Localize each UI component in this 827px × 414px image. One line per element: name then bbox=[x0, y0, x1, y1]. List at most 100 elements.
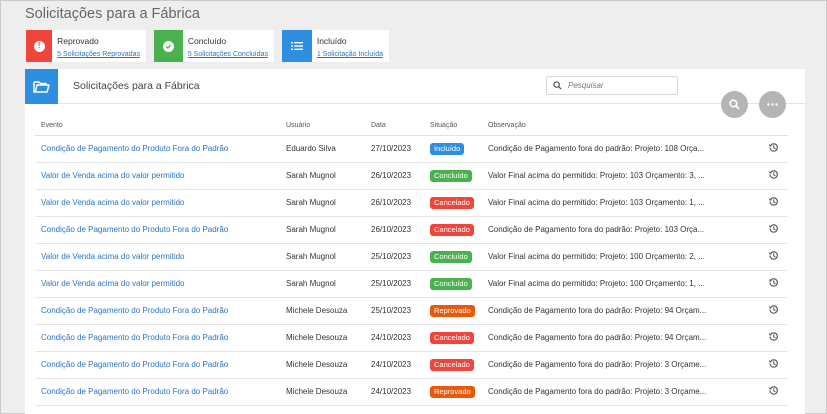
history-icon bbox=[768, 170, 779, 182]
row-evento-link[interactable]: Condição de Pagamento do Produto Fora do… bbox=[35, 324, 280, 352]
row-evento-link[interactable]: Valor de Venda acima do valor permitido bbox=[35, 162, 280, 190]
history-icon bbox=[768, 251, 779, 263]
requests-table: Evento Usuário Data Situação Observação … bbox=[35, 117, 788, 406]
requests-panel: Solicitações para a Fábrica Evento Usuár… bbox=[25, 69, 805, 414]
check-icon bbox=[162, 40, 174, 52]
row-observacao: Condição de Pagamento fora do padrão: Pr… bbox=[482, 378, 758, 406]
history-button[interactable] bbox=[758, 270, 788, 298]
row-data: 25/10/2023 bbox=[365, 243, 424, 271]
row-situacao: Concluído bbox=[424, 270, 482, 298]
status-card-label: Incluído bbox=[316, 36, 347, 46]
row-usuario: Michele Desouza bbox=[280, 324, 365, 352]
history-button[interactable] bbox=[758, 378, 788, 406]
table-row[interactable]: Condição de Pagamento do Produto Fora do… bbox=[35, 324, 788, 352]
status-card-link[interactable]: 1 Solicitação Incluída bbox=[317, 51, 383, 58]
row-situacao: Incluído bbox=[424, 135, 482, 163]
row-usuario: Michele Desouza bbox=[280, 378, 365, 406]
row-data: 25/10/2023 bbox=[365, 297, 424, 325]
row-usuario: Michele Desouza bbox=[280, 297, 365, 325]
row-usuario: Sarah Mugnol bbox=[280, 270, 365, 298]
table-row[interactable]: Valor de Venda acima do valor permitido S… bbox=[35, 243, 788, 271]
row-usuario: Sarah Mugnol bbox=[280, 189, 365, 217]
row-evento-link[interactable]: Valor de Venda acima do valor permitido bbox=[35, 189, 280, 217]
row-evento-link[interactable]: Condição de Pagamento do Produto Fora do… bbox=[35, 135, 280, 163]
row-observacao: Valor Final acima do permitido: Projeto:… bbox=[482, 243, 758, 271]
search-input[interactable] bbox=[568, 81, 668, 90]
table-header-row: Evento Usuário Data Situação Observação bbox=[35, 117, 788, 136]
row-observacao: Condição de Pagamento fora do padrão: Pr… bbox=[482, 324, 758, 352]
col-header-situacao[interactable]: Situação bbox=[424, 117, 482, 136]
table-row[interactable]: Condição de Pagamento do Produto Fora do… bbox=[35, 351, 788, 379]
status-card-incluido[interactable]: Incluído 1 Solicitação Incluída bbox=[282, 30, 389, 62]
folder-icon-box bbox=[25, 69, 58, 104]
row-data: 27/10/2023 bbox=[365, 135, 424, 163]
row-data: 26/10/2023 bbox=[365, 216, 424, 244]
history-button[interactable] bbox=[758, 135, 788, 163]
search-field[interactable] bbox=[546, 76, 678, 95]
status-badge: Cancelado bbox=[430, 223, 474, 236]
status-card-reprovado[interactable]: ! Reprovado 5 Solicitações Reprovadas bbox=[26, 30, 146, 62]
row-data: 26/10/2023 bbox=[365, 189, 424, 217]
row-situacao: Cancelado bbox=[424, 216, 482, 244]
table-row[interactable]: Condição de Pagamento do Produto Fora do… bbox=[35, 216, 788, 244]
status-badge: Concluído bbox=[430, 169, 472, 182]
row-evento-link[interactable]: Condição de Pagamento do Produto Fora do… bbox=[35, 351, 280, 379]
panel-title: Solicitações para a Fábrica bbox=[73, 80, 200, 92]
folder-icon bbox=[33, 81, 50, 93]
row-usuario: Sarah Mugnol bbox=[280, 216, 365, 244]
row-situacao: Cancelado bbox=[424, 189, 482, 217]
status-card-link[interactable]: 5 Solicitações Reprovadas bbox=[57, 51, 140, 58]
panel-header: Solicitações para a Fábrica bbox=[25, 69, 805, 104]
status-card-concluido[interactable]: Concluído 5 Solicitações Concluídas bbox=[154, 30, 274, 62]
row-observacao: Condição de Pagamento fora do padrão: Pr… bbox=[482, 216, 758, 244]
row-data: 24/10/2023 bbox=[365, 324, 424, 352]
exclamation-icon-box: ! bbox=[26, 30, 53, 62]
history-button[interactable] bbox=[758, 216, 788, 244]
row-evento-link[interactable]: Condição de Pagamento do Produto Fora do… bbox=[35, 297, 280, 325]
history-button[interactable] bbox=[758, 351, 788, 379]
row-evento-link[interactable]: Condição de Pagamento do Produto Fora do… bbox=[35, 216, 280, 244]
search-button[interactable] bbox=[721, 91, 748, 118]
row-observacao: Valor Final acima do permitido: Projeto:… bbox=[482, 189, 758, 217]
exclamation-icon: ! bbox=[33, 40, 45, 52]
history-button[interactable] bbox=[758, 297, 788, 325]
row-evento-link[interactable]: Condição de Pagamento do Produto Fora do… bbox=[35, 378, 280, 406]
row-situacao: Concluído bbox=[424, 243, 482, 271]
row-data: 25/10/2023 bbox=[365, 270, 424, 298]
table-row[interactable]: Valor de Venda acima do valor permitido S… bbox=[35, 189, 788, 217]
col-header-usuario[interactable]: Usuário bbox=[280, 117, 365, 136]
status-badge: Concluído bbox=[430, 250, 472, 263]
table-row[interactable]: Condição de Pagamento do Produto Fora do… bbox=[35, 297, 788, 325]
row-evento-link[interactable]: Valor de Venda acima do valor permitido bbox=[35, 243, 280, 271]
col-header-data[interactable]: Data bbox=[365, 117, 424, 136]
history-icon bbox=[768, 143, 779, 155]
table-row[interactable]: Valor de Venda acima do valor permitido S… bbox=[35, 270, 788, 298]
row-usuario: Michele Desouza bbox=[280, 351, 365, 379]
col-header-evento[interactable]: Evento bbox=[35, 117, 280, 136]
status-badge: Cancelado bbox=[430, 331, 474, 344]
check-icon-box bbox=[154, 30, 183, 62]
history-button[interactable] bbox=[758, 324, 788, 352]
more-options-button[interactable] bbox=[759, 91, 786, 118]
table-row[interactable]: Valor de Venda acima do valor permitido S… bbox=[35, 162, 788, 190]
table-row[interactable]: Condição de Pagamento do Produto Fora do… bbox=[35, 135, 788, 163]
row-observacao: Condição de Pagamento fora do padrão: Pr… bbox=[482, 135, 758, 163]
history-button[interactable] bbox=[758, 162, 788, 190]
history-icon bbox=[768, 305, 779, 317]
status-card-link[interactable]: 5 Solicitações Concluídas bbox=[188, 51, 268, 58]
row-observacao: Valor Final acima do permitido: Projeto:… bbox=[482, 270, 758, 298]
history-icon bbox=[768, 224, 779, 236]
history-button[interactable] bbox=[758, 243, 788, 271]
row-data: 26/10/2023 bbox=[365, 162, 424, 190]
table-row[interactable]: Condição de Pagamento do Produto Fora do… bbox=[35, 378, 788, 406]
row-observacao: Condição de Pagamento fora do padrão: Pr… bbox=[482, 351, 758, 379]
row-evento-link[interactable]: Valor de Venda acima do valor permitido bbox=[35, 270, 280, 298]
row-data: 24/10/2023 bbox=[365, 351, 424, 379]
row-situacao: Concluído bbox=[424, 162, 482, 190]
history-icon bbox=[768, 278, 779, 290]
history-icon bbox=[768, 386, 779, 398]
history-icon bbox=[768, 197, 779, 209]
history-button[interactable] bbox=[758, 189, 788, 217]
col-header-observacao[interactable]: Observação bbox=[482, 117, 758, 136]
row-situacao: Cancelado bbox=[424, 324, 482, 352]
